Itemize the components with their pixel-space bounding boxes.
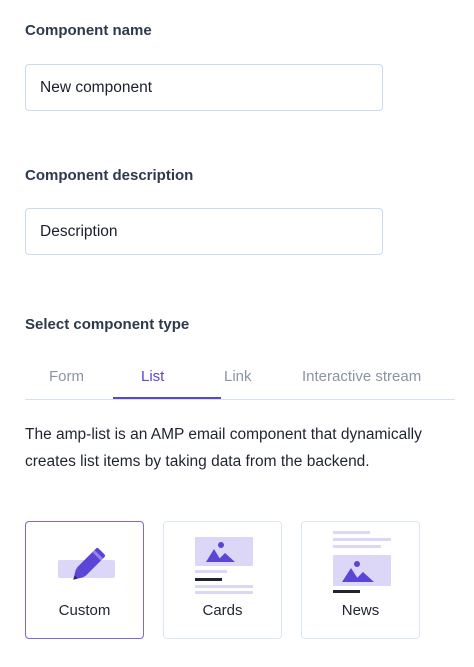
template-card-custom-label: Custom (58, 602, 111, 619)
component-description-input[interactable] (25, 208, 383, 255)
template-card-cards[interactable]: Cards (163, 521, 282, 639)
active-tab-indicator (113, 397, 221, 399)
tab-interactive-stream[interactable]: Interactive stream (302, 368, 421, 385)
tab-form[interactable]: Form (49, 368, 84, 385)
template-card-news[interactable]: News (301, 521, 420, 639)
component-description-label: Component description (25, 167, 194, 184)
component-type-label: Select component type (25, 316, 190, 333)
component-name-input[interactable] (25, 64, 383, 111)
tab-list[interactable]: List (141, 368, 164, 385)
component-name-label: Component name (25, 22, 152, 39)
template-card-custom[interactable]: Custom (25, 521, 144, 639)
template-card-cards-label: Cards (202, 602, 243, 619)
component-type-description: The amp-list is an AMP email component t… (25, 426, 422, 470)
pencil-icon (58, 548, 115, 580)
cards-icon (195, 537, 253, 594)
news-icon (333, 531, 391, 593)
component-type-tabs: Form List Link Interactive stream (25, 358, 455, 400)
template-card-news-label: News (341, 602, 380, 619)
tab-link[interactable]: Link (224, 368, 252, 385)
